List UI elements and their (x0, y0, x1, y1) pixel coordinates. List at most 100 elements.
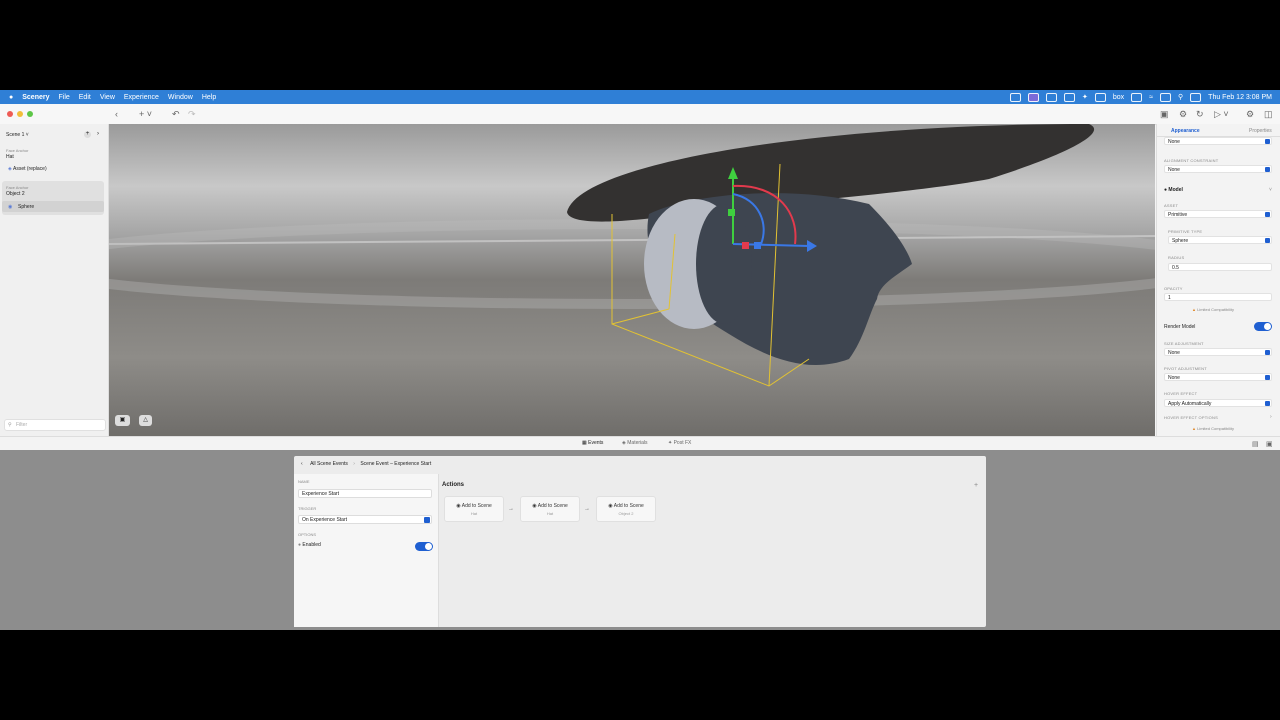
chevron-down-icon[interactable]: ˅ (1269, 187, 1272, 193)
chevron-down-icon (1265, 139, 1270, 144)
opacity-input[interactable]: 1 (1164, 293, 1272, 301)
extension-icon[interactable] (1046, 92, 1058, 102)
tab-properties[interactable]: Properties (1249, 128, 1272, 134)
tab-materials[interactable]: ◈ Materials (622, 440, 648, 446)
chevron-down-icon (1265, 375, 1270, 380)
app-icon[interactable] (1064, 92, 1076, 102)
action-card[interactable]: ◉ Add to Scene Object 2 (596, 496, 656, 522)
alignment-constraint-select[interactable]: None (1164, 165, 1272, 173)
search-icon[interactable]: ⚲ (1178, 93, 1183, 101)
menu-window[interactable]: Window (168, 94, 193, 101)
add-icon[interactable]: + ˅ (139, 109, 152, 119)
outline-item-asset[interactable]: ◈ Asset (replace) (8, 166, 47, 172)
asset-select[interactable]: Primitive (1164, 210, 1272, 218)
pivot-adjustment-label: PIVOT ADJUSTMENT (1164, 366, 1207, 371)
action-card[interactable]: ◉ Add to Scene Hat (520, 496, 580, 522)
breadcrumb: ‹ All Scene Events › Scene Event – Exper… (301, 461, 431, 467)
redo-icon[interactable]: ↷ (188, 109, 196, 120)
layout-icon[interactable]: ▣ (1160, 109, 1169, 120)
menu-bar: ● Scenery File Edit View Experience Wind… (0, 90, 1280, 104)
star-icon[interactable]: ✦ (1082, 93, 1088, 101)
trigger-select[interactable]: On Experience Start (298, 515, 432, 524)
add-action-button[interactable]: + (974, 482, 978, 489)
size-adjustment-select[interactable]: None (1164, 348, 1272, 356)
back-icon[interactable]: ‹ (115, 109, 118, 119)
filter-field[interactable]: ⚲ Filter (4, 419, 106, 431)
chevron-down-icon (1265, 212, 1270, 217)
primitive-type-select[interactable]: Sphere (1168, 236, 1272, 244)
render-model-toggle[interactable] (1254, 322, 1272, 331)
close-window-button[interactable] (7, 111, 13, 117)
settings-icon[interactable]: ⚙ (1179, 109, 1187, 120)
menu-experience[interactable]: Experience (124, 94, 159, 101)
top-select[interactable]: None (1164, 137, 1272, 145)
battery-icon[interactable] (1131, 92, 1143, 102)
limited-compat-note: ▲ Limited Compatibility (1192, 307, 1234, 312)
alignment-constraint-label: ALIGNMENT CONSTRAINT (1164, 158, 1219, 163)
enabled-toggle[interactable] (415, 542, 433, 551)
gear-icon[interactable]: ⚙ (1246, 109, 1254, 120)
action-target: Hat (470, 511, 478, 516)
limited-compat-text: Limited Compatibility (1197, 426, 1234, 431)
sphere-icon: ◉ (8, 204, 13, 210)
event-name-field[interactable]: Experience Start (298, 489, 432, 498)
breadcrumb-root[interactable]: All Scene Events (310, 461, 348, 467)
tab-events-label: Events (588, 440, 604, 446)
hover-effect-value: Apply Automatically (1168, 401, 1212, 407)
filter-placeholder: Filter (16, 422, 28, 428)
enabled-label: Enabled (302, 542, 321, 548)
anchor-title[interactable]: Hat (6, 154, 14, 160)
eye-icon: ◉ (532, 503, 537, 509)
minimize-window-button[interactable] (17, 111, 23, 117)
alignment-constraint-value: None (1168, 167, 1180, 173)
scene-selector[interactable]: Scene 1 ˅ (6, 132, 29, 138)
selected-anchor-group[interactable]: Face Anchor Object 2 ◉ Sphere (2, 181, 104, 215)
box-label[interactable]: box (1113, 94, 1124, 101)
siri-icon[interactable] (1190, 92, 1202, 102)
inspector-toggle-icon[interactable]: ◫ (1264, 109, 1273, 120)
menu-clock[interactable]: Thu Feb 12 3:08 PM (1208, 94, 1272, 101)
wifi-icon[interactable]: ≈ (1149, 94, 1153, 101)
outline-item-sphere[interactable]: ◉ Sphere (2, 201, 104, 212)
pivot-adjustment-select[interactable]: None (1164, 373, 1272, 381)
menu-help[interactable]: Help (202, 94, 216, 101)
chevron-left-icon[interactable]: ‹ (301, 461, 303, 467)
radius-input[interactable]: 0.5 (1168, 263, 1272, 271)
model-section-header[interactable]: ● Model (1164, 187, 1183, 193)
3d-viewport[interactable]: ▣ △ (109, 124, 1155, 436)
action-card[interactable]: ◉ Add to Scene Hat (444, 496, 504, 522)
menu-edit[interactable]: Edit (79, 94, 91, 101)
menu-app-name[interactable]: Scenery (22, 94, 49, 101)
trigger-value: On Experience Start (302, 517, 348, 523)
apple-icon[interactable]: ● (9, 94, 13, 101)
tab-appearance[interactable]: Appearance (1171, 128, 1200, 134)
tab-events[interactable]: ▦ Events (582, 440, 603, 446)
collapse-sidebar-icon[interactable]: › (97, 131, 99, 137)
play-icon[interactable]: ▷ ˅ (1214, 109, 1229, 120)
hover-effect-options-label: HOVER EFFECT OPTIONS (1164, 415, 1218, 420)
breadcrumb-separator-icon: › (353, 461, 355, 467)
menu-file[interactable]: File (58, 94, 69, 101)
panel-layout-icon[interactable]: ▤ (1252, 440, 1259, 448)
environment-button[interactable]: △ (139, 415, 152, 426)
hover-effect-select[interactable]: Apply Automatically (1164, 399, 1272, 407)
refresh-icon[interactable]: ↻ (1196, 109, 1204, 120)
cloud-icon[interactable] (1094, 92, 1106, 102)
screen-share-icon[interactable] (1010, 92, 1022, 102)
arrow-right-icon: → (508, 506, 514, 512)
warning-icon: ▲ (1192, 426, 1196, 431)
tab-post-fx[interactable]: ✦ Post FX (668, 440, 691, 446)
scene-render[interactable] (109, 124, 1155, 436)
screen-record-icon[interactable] (1028, 92, 1040, 102)
control-center-icon[interactable] (1160, 92, 1172, 102)
scene-label: Scene 1 (6, 132, 25, 138)
add-anchor-button[interactable]: + (84, 131, 91, 138)
menu-view[interactable]: View (100, 94, 115, 101)
asset-icon: ◈ (8, 166, 12, 172)
chevron-right-icon[interactable]: › (1270, 414, 1272, 420)
zoom-window-button[interactable] (27, 111, 33, 117)
undo-icon[interactable]: ↶ (172, 109, 180, 120)
panel-expand-icon[interactable]: ▣ (1266, 440, 1273, 448)
camera-mode-button[interactable]: ▣ (115, 415, 130, 426)
primitive-type-value: Sphere (1172, 238, 1189, 244)
